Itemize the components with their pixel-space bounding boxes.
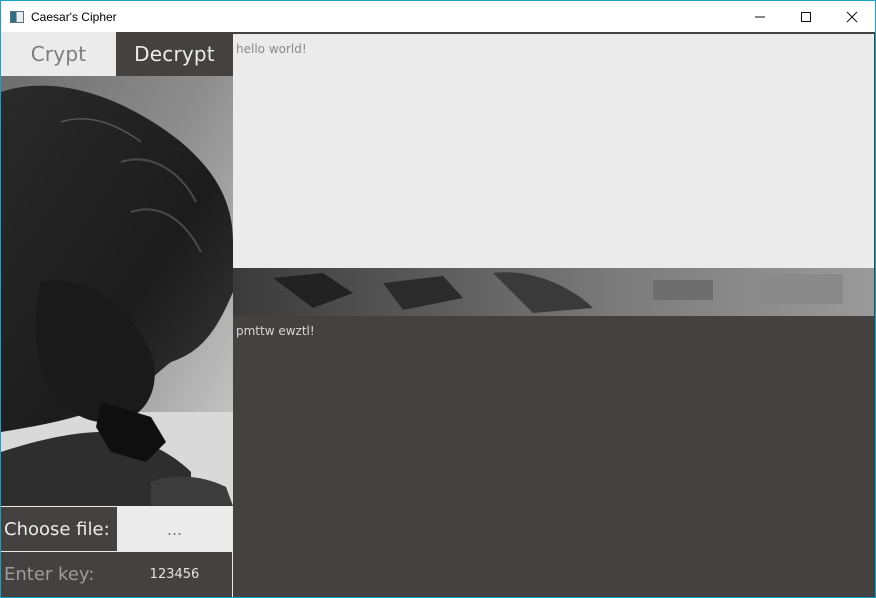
main-content: Crypt Decrypt Choose file: ... Enter key… [1, 32, 875, 597]
app-window: Caesar's Cipher Crypt Decrypt Choose fil… [0, 0, 876, 598]
minimize-button[interactable] [737, 1, 783, 32]
maximize-button[interactable] [783, 1, 829, 32]
tab-crypt[interactable]: Crypt [1, 32, 116, 76]
choose-file-label: Choose file: [1, 507, 116, 551]
close-button[interactable] [829, 1, 875, 32]
minimize-icon [755, 16, 765, 17]
enter-key-label: Enter key: [1, 552, 116, 596]
enter-key-row: Enter key: [1, 552, 233, 596]
window-controls [737, 1, 875, 32]
title-bar: Caesar's Cipher [1, 1, 875, 32]
tab-decrypt[interactable]: Decrypt [116, 32, 233, 76]
ciphertext-output[interactable]: pmttw ewztl! [233, 316, 874, 597]
close-icon [846, 11, 858, 22]
maximize-icon [801, 11, 811, 22]
choose-file-button[interactable]: ... [117, 507, 232, 551]
plaintext-input[interactable]: hello world! [233, 34, 874, 268]
background-photo [1, 32, 233, 506]
key-input[interactable] [117, 552, 232, 596]
text-panels: hello world! pmttw ewztl! [233, 32, 875, 597]
app-window-icon [10, 10, 24, 23]
choose-file-row: Choose file: ... [1, 507, 233, 551]
background-photo-strip [233, 268, 874, 316]
window-title: Caesar's Cipher [31, 9, 117, 24]
